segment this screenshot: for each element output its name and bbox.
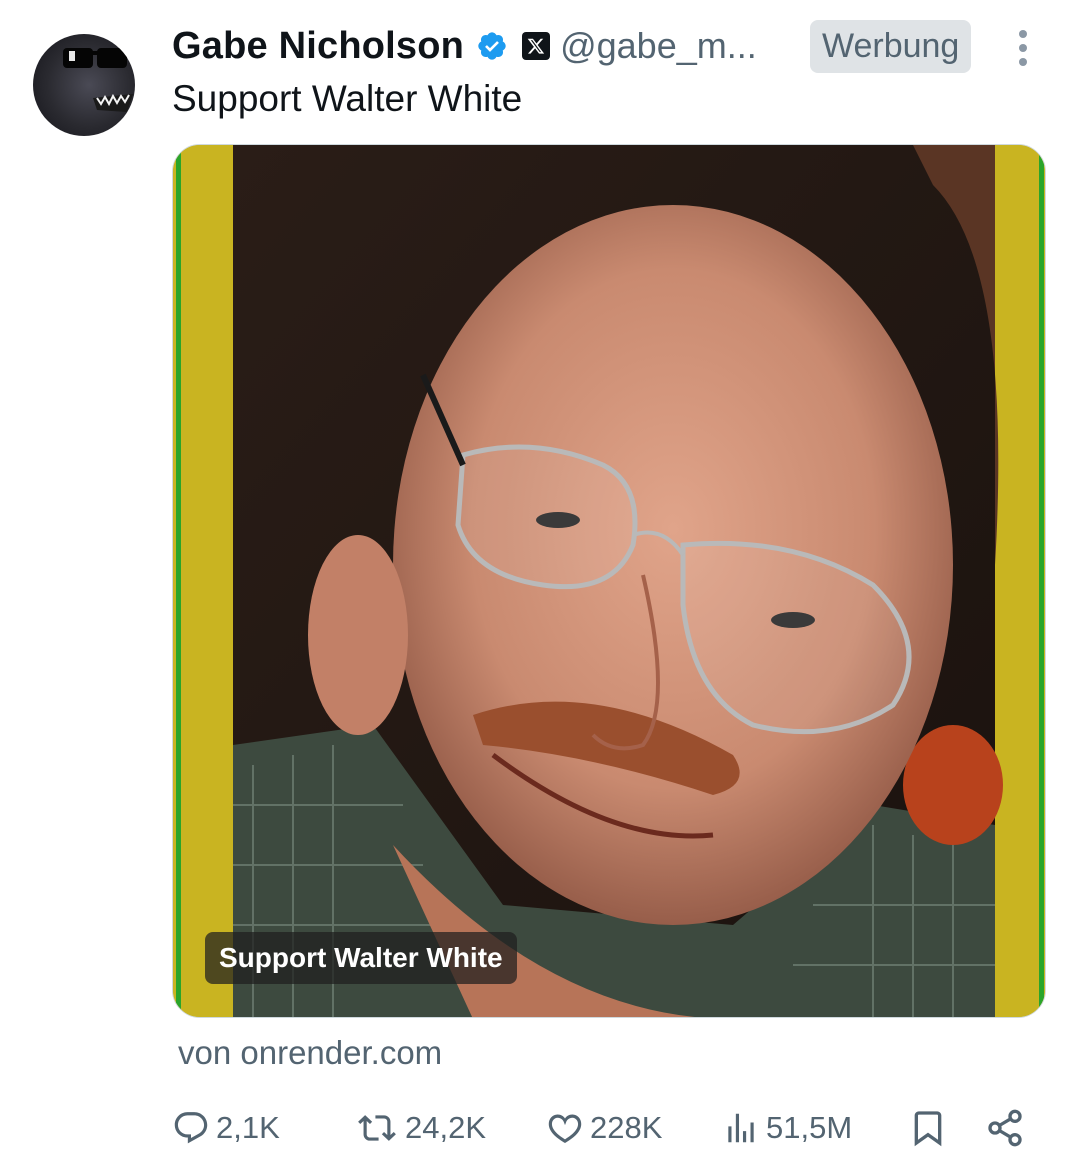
ad-badge: Werbung	[810, 20, 972, 73]
display-name[interactable]: Gabe Nicholson	[172, 25, 464, 68]
reply-icon	[174, 1112, 208, 1144]
views-count: 51,5M	[766, 1110, 853, 1145]
tweet-header: Gabe Nicholson @gabe_m...	[172, 18, 757, 74]
tweet-actions: 2,1K 24,2K 228K 51,5M	[0, 1100, 1080, 1156]
bookmark-icon	[914, 1111, 942, 1147]
retweet-icon	[358, 1115, 396, 1141]
heart-icon	[548, 1114, 582, 1144]
like-count: 228K	[590, 1110, 663, 1145]
views-button[interactable]: 51,5M	[722, 1100, 852, 1156]
handle[interactable]: @gabe_m...	[560, 25, 757, 67]
bookmark-button[interactable]	[908, 1100, 948, 1156]
share-button[interactable]	[985, 1100, 1025, 1156]
share-icon	[988, 1109, 1022, 1147]
media-caption: Support Walter White	[205, 932, 517, 984]
sunglasses-graphic	[63, 48, 127, 68]
tweet-text: Support Walter White	[172, 78, 523, 119]
photo-illustration	[173, 145, 1045, 1017]
x-logo-icon	[522, 32, 551, 60]
avatar[interactable]	[33, 34, 135, 136]
teeth-graphic	[93, 94, 133, 112]
ad-source-link[interactable]: von onrender.com	[178, 1034, 442, 1072]
media-image[interactable]	[172, 144, 1046, 1018]
views-bar-chart-icon	[728, 1113, 754, 1143]
more-vertical-icon[interactable]	[1010, 28, 1036, 68]
retweet-button[interactable]: 24,2K	[355, 1100, 486, 1156]
verified-badge-icon[interactable]	[476, 30, 508, 62]
reply-count: 2,1K	[216, 1110, 280, 1145]
reply-button[interactable]: 2,1K	[172, 1100, 280, 1156]
retweet-count: 24,2K	[405, 1110, 487, 1145]
like-button[interactable]: 228K	[546, 1100, 662, 1156]
